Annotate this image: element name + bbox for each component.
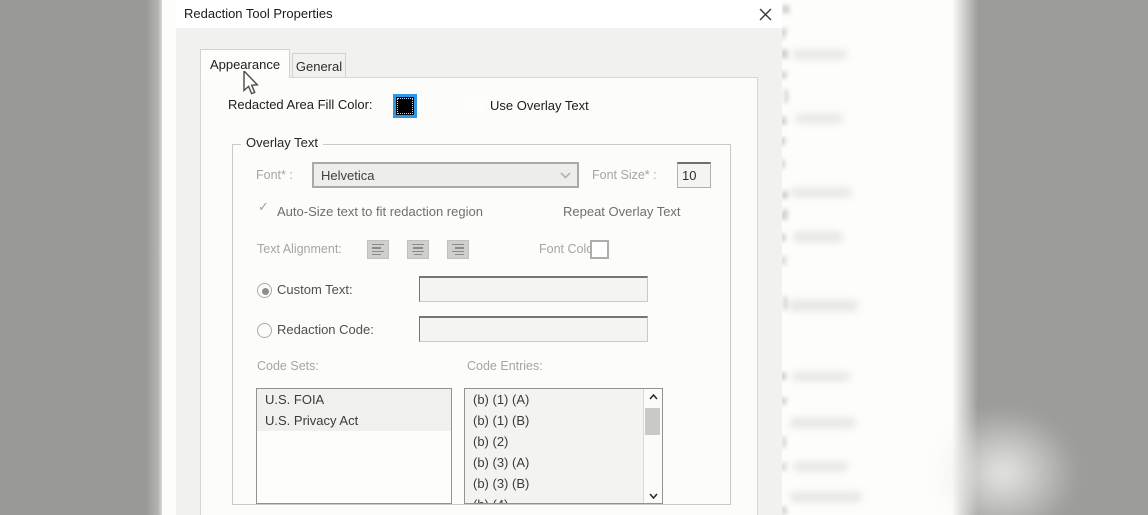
- custom-text-field[interactable]: [419, 276, 648, 302]
- check-icon: ✓: [258, 199, 269, 214]
- list-item[interactable]: U.S. FOIA: [257, 389, 451, 410]
- autosize-label: Auto-Size text to fit redaction region: [277, 204, 483, 219]
- blurred-text-smudge: [790, 492, 862, 502]
- redaction-code-radio[interactable]: [257, 323, 272, 338]
- close-icon: [759, 8, 771, 20]
- chevron-down-icon: [553, 164, 577, 186]
- redaction-code-label: Redaction Code:: [277, 322, 374, 337]
- font-color-swatch[interactable]: [590, 240, 609, 259]
- font-dropdown[interactable]: Helvetica: [312, 162, 579, 188]
- chevron-up-icon: [648, 393, 658, 400]
- font-size-input[interactable]: [678, 164, 710, 187]
- scrollbar-thumb[interactable]: [645, 408, 660, 435]
- blurred-text-fragment: c: [781, 458, 788, 474]
- list-item[interactable]: (b) (1) (A): [465, 389, 644, 410]
- blurred-text-smudge: [792, 372, 850, 381]
- code-entries-items: (b) (1) (A) (b) (1) (B) (b) (2) (b) (3) (A)…: [465, 389, 644, 503]
- mouse-cursor: [243, 69, 261, 102]
- fill-color-swatch[interactable]: [393, 94, 417, 118]
- overlay-text-group-title: Overlay Text: [241, 135, 324, 150]
- blurred-text-fragment: l: [782, 435, 787, 451]
- scroll-up-button[interactable]: [644, 389, 662, 404]
- close-button[interactable]: [754, 3, 776, 25]
- text-alignment-label: Text Alignment:: [257, 242, 342, 256]
- list-item[interactable]: (b) (3) (B): [465, 473, 644, 494]
- code-sets-label: Code Sets:: [257, 359, 319, 373]
- font-label: Font* :: [256, 168, 293, 182]
- chevron-down-icon: [648, 492, 658, 499]
- blurred-text-smudge: [790, 188, 852, 197]
- blurred-app-background-left: [0, 0, 162, 515]
- align-center-button[interactable]: [407, 240, 429, 259]
- custom-text-radio[interactable]: [257, 283, 272, 298]
- redaction-code-input[interactable]: [420, 318, 647, 341]
- use-overlay-text-label: Use Overlay Text: [490, 98, 589, 113]
- code-entries-listbox[interactable]: (b) (1) (A) (b) (1) (B) (b) (2) (b) (3) (A)…: [464, 388, 663, 504]
- scrollbar[interactable]: [643, 389, 662, 503]
- autosize-checkbox[interactable]: ✓: [257, 199, 271, 216]
- blurred-text-fragment: n: [782, 1, 790, 17]
- list-item[interactable]: U.S. Privacy Act: [257, 410, 451, 431]
- blurred-text-smudge: [795, 114, 843, 123]
- repeat-overlay-checkbox[interactable]: [543, 202, 557, 216]
- font-size-field[interactable]: [677, 162, 711, 188]
- blurred-text-fragment: a: [781, 186, 788, 202]
- blurred-text-smudge: [790, 418, 856, 428]
- dialog-titlebar[interactable]: Redaction Tool Properties: [176, 0, 782, 28]
- font-dropdown-value: Helvetica: [321, 167, 375, 183]
- blurred-text-smudge: [793, 232, 843, 242]
- blurred-text-smudge: [792, 50, 847, 59]
- code-entries-label: Code Entries:: [467, 359, 543, 373]
- font-size-label: Font Size* :: [592, 168, 657, 182]
- blurred-text-fragment: c: [781, 252, 788, 268]
- list-item[interactable]: (b) (4): [465, 494, 644, 503]
- blurred-text-fragment: ]: [782, 295, 787, 311]
- blurred-text-smudge: [788, 300, 858, 311]
- list-item[interactable]: (b) (1) (B): [465, 410, 644, 431]
- repeat-overlay-label: Repeat Overlay Text: [563, 204, 681, 219]
- align-left-button[interactable]: [367, 240, 389, 259]
- blurred-text-fragment: ]: [783, 88, 788, 104]
- list-item[interactable]: (b) (3) (A): [465, 452, 644, 473]
- list-item[interactable]: (b) (2): [465, 431, 644, 452]
- align-right-button[interactable]: [447, 240, 469, 259]
- scroll-down-button[interactable]: [644, 488, 662, 503]
- code-sets-listbox[interactable]: U.S. FOIA U.S. Privacy Act: [256, 388, 452, 504]
- tab-general[interactable]: General: [292, 53, 346, 78]
- blurred-highlight: [928, 408, 1078, 515]
- dialog-title: Redaction Tool Properties: [184, 6, 333, 21]
- custom-text-input[interactable]: [420, 278, 647, 301]
- screen: n y it v] u e t a d s c] e v l c s Redaction Tool Prope…: [0, 0, 1148, 515]
- custom-text-label: Custom Text:: [277, 282, 353, 297]
- use-overlay-text-checkbox[interactable]: [469, 97, 484, 112]
- blurred-text-smudge: [793, 462, 848, 471]
- redaction-code-field[interactable]: [419, 316, 648, 342]
